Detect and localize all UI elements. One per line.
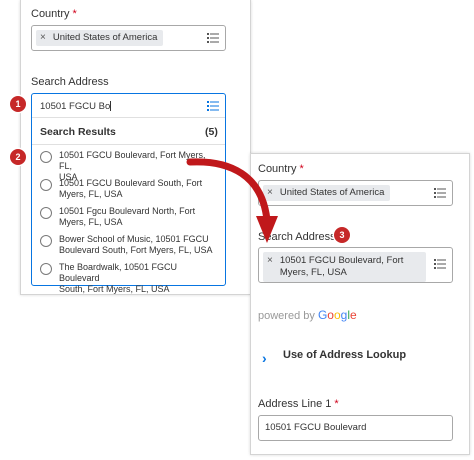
step-badge-3: 3 <box>334 227 350 243</box>
curved-arrow-icon <box>186 158 278 243</box>
step-badge-2: 2 <box>10 149 26 165</box>
step-badge-1: 1 <box>10 96 26 112</box>
